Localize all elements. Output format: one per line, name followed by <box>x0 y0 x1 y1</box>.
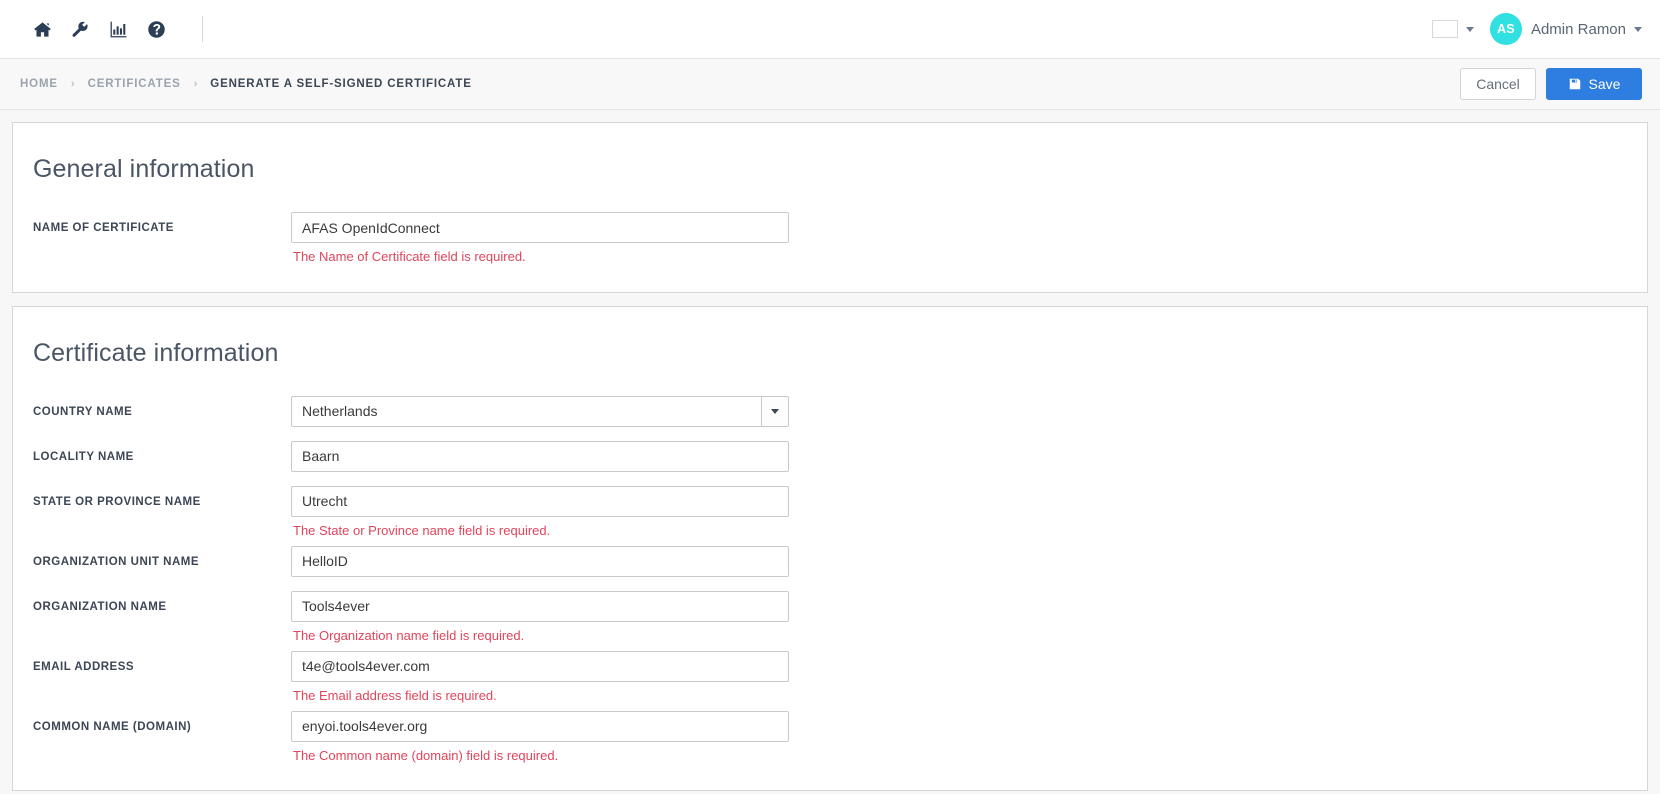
locality-name-input[interactable]: Baarn <box>291 440 789 472</box>
cancel-button[interactable]: Cancel <box>1460 68 1536 100</box>
field-control: Utrecht The State or Province name field… <box>291 485 789 540</box>
breadcrumb-item-current: GENERATE A SELF-SIGNED CERTIFICATE <box>210 78 472 90</box>
page-content: General information NAME OF CERTIFICATE … <box>0 110 1660 792</box>
field-row-country-name: COUNTRY NAME Netherlands <box>13 395 1647 427</box>
top-navigation-bar: AS Admin Ramon <box>0 0 1660 59</box>
email-address-input[interactable]: t4e@tools4ever.com <box>291 650 789 682</box>
user-menu[interactable]: AS Admin Ramon <box>1489 13 1642 45</box>
field-label: STATE OR PROVINCE NAME <box>33 495 201 508</box>
language-selector[interactable] <box>1431 20 1474 38</box>
save-icon <box>1569 78 1580 90</box>
top-nav-icon-group <box>24 11 203 47</box>
breadcrumb-item-home[interactable]: HOME <box>20 78 58 90</box>
bar-chart-icon[interactable] <box>100 11 136 47</box>
save-button-label: Save <box>1588 76 1621 92</box>
chevron-down-icon <box>1465 26 1474 32</box>
field-label: LOCALITY NAME <box>33 450 134 463</box>
country-name-select-value[interactable]: Netherlands <box>291 395 761 427</box>
chevron-down-icon <box>1634 26 1642 32</box>
breadcrumb-bar: HOME › CERTIFICATES › GENERATE A SELF-SI… <box>0 59 1660 110</box>
country-name-select[interactable]: Netherlands <box>291 395 789 427</box>
chevron-down-icon[interactable] <box>761 395 789 427</box>
common-name-domain-input[interactable]: enyoi.tools4ever.org <box>291 710 789 742</box>
field-label: ORGANIZATION UNIT NAME <box>33 555 200 568</box>
field-control: Baarn <box>291 440 789 472</box>
breadcrumb-item-certificates[interactable]: CERTIFICATES <box>88 78 181 90</box>
topbar-right-group: AS Admin Ramon <box>1431 13 1642 45</box>
state-or-province-name-input[interactable]: Utrecht <box>291 485 789 517</box>
field-label: NAME OF CERTIFICATE <box>33 222 174 234</box>
field-error-message: The Name of Certificate field is require… <box>293 249 526 264</box>
avatar: AS <box>1489 13 1522 45</box>
panel-certificate-information: Certificate information COUNTRY NAME Net… <box>12 305 1648 792</box>
dutch-flag-icon <box>1431 20 1458 38</box>
field-row-state-or-province-name: STATE OR PROVINCE NAME Utrecht The State… <box>13 485 1647 540</box>
organization-unit-name-input[interactable]: HelloID <box>291 545 789 577</box>
field-row-common-name-domain: COMMON NAME (DOMAIN) enyoi.tools4ever.or… <box>13 710 1647 765</box>
field-control: t4e@tools4ever.com The Email address fie… <box>291 650 789 705</box>
field-row-locality-name: LOCALITY NAME Baarn <box>13 440 1647 472</box>
organization-name-input[interactable]: Tools4ever <box>291 590 789 622</box>
field-label: ORGANIZATION NAME <box>33 600 167 613</box>
field-row-organization-name: ORGANIZATION NAME Tools4ever The Organiz… <box>13 590 1647 645</box>
field-row-email-address: EMAIL ADDRESS t4e@tools4ever.com The Ema… <box>13 650 1647 705</box>
username-label: Admin Ramon <box>1530 20 1626 38</box>
field-control: Netherlands <box>291 395 789 427</box>
name-of-certificate-input[interactable]: AFAS OpenIdConnect <box>291 212 789 243</box>
field-label: COUNTRY NAME <box>33 405 133 418</box>
panel-title: General information <box>33 155 255 183</box>
field-control: HelloID <box>291 545 789 577</box>
help-icon[interactable] <box>138 11 174 47</box>
save-button[interactable]: Save <box>1546 68 1642 100</box>
field-row-name-of-certificate: NAME OF CERTIFICATE AFAS OpenIdConnect T… <box>13 212 1647 266</box>
panel-title: Certificate information <box>33 338 279 367</box>
field-label: COMMON NAME (DOMAIN) <box>33 720 192 733</box>
breadcrumb-separator-icon: › <box>70 77 75 90</box>
breadcrumb-separator-icon: › <box>193 77 198 90</box>
wrench-icon[interactable] <box>62 11 98 47</box>
field-error-message: The Organization name field is required. <box>293 627 525 643</box>
field-control: AFAS OpenIdConnect The Name of Certifica… <box>291 212 789 266</box>
breadcrumb: HOME › CERTIFICATES › GENERATE A SELF-SI… <box>20 78 472 90</box>
field-error-message: The Common name (domain) field is requir… <box>293 747 559 763</box>
panel-general-information: General information NAME OF CERTIFICATE … <box>12 122 1648 293</box>
nav-divider <box>202 16 203 42</box>
field-error-message: The Email address field is required. <box>293 687 497 703</box>
field-control: Tools4ever The Organization name field i… <box>291 590 789 645</box>
home-icon[interactable] <box>24 11 60 47</box>
field-row-organization-unit-name: ORGANIZATION UNIT NAME HelloID <box>13 545 1647 577</box>
field-error-message: The State or Province name field is requ… <box>293 522 551 538</box>
field-label: EMAIL ADDRESS <box>33 660 135 673</box>
field-control: enyoi.tools4ever.org The Common name (do… <box>291 710 789 765</box>
